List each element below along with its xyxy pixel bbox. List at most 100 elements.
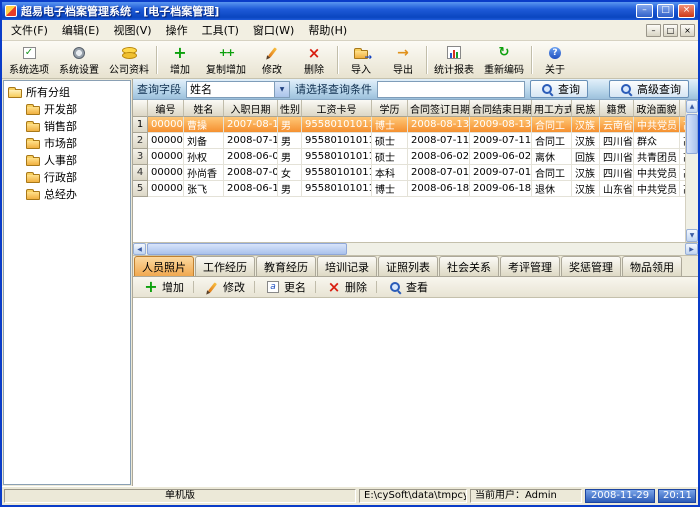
tree-root[interactable]: 所有分组	[4, 83, 130, 100]
mdi-minimize-button[interactable]: –	[646, 24, 661, 37]
vertical-scrollbar[interactable]: ▲ ▼	[685, 100, 698, 242]
row-number-cell: 5	[133, 181, 148, 197]
grid-row[interactable]: 3000003孙权2008-06-02男955801010111硕士2008-0…	[133, 149, 698, 165]
toolbar-button-add[interactable]: +增加	[159, 43, 201, 77]
detail-button-3[interactable]: ×删除	[319, 277, 373, 297]
menu-item[interactable]: 视图(V)	[106, 20, 158, 40]
tab-1[interactable]: 工作经历	[195, 256, 255, 276]
menu-item[interactable]: 文件(F)	[4, 20, 55, 40]
tab-3[interactable]: 培训记录	[317, 256, 377, 276]
grid-cell: 硕士	[372, 149, 408, 165]
tab-5[interactable]: 社会关系	[439, 256, 499, 276]
toolbar-button-company[interactable]: 公司资料	[104, 43, 154, 77]
menu-item[interactable]: 编辑(E)	[55, 20, 107, 40]
scroll-down-icon[interactable]: ▼	[686, 229, 698, 242]
grid-column-header[interactable]: 政治面貌	[634, 100, 680, 117]
menu-item[interactable]: 工具(T)	[195, 20, 246, 40]
maximize-button[interactable]: □	[657, 4, 674, 18]
toolbar-button-recode[interactable]: ↻重新编码	[479, 43, 529, 77]
scroll-up-icon[interactable]: ▲	[686, 100, 698, 113]
tab-7[interactable]: 奖惩管理	[561, 256, 621, 276]
toolbar-button-options[interactable]: ✓系统选项	[4, 43, 54, 77]
tree-item[interactable]: 总经办	[4, 185, 130, 202]
grid-column-header[interactable]: 性别	[278, 100, 302, 117]
grid-cell: 000005	[148, 181, 184, 197]
grid-cell: 955801010111	[302, 149, 372, 165]
mdi-close-button[interactable]: ×	[680, 24, 695, 37]
grid-column-header[interactable]: 合同签订日期	[408, 100, 470, 117]
detail-button-0[interactable]: +增加	[136, 277, 190, 297]
toolbar-button-settings[interactable]: 系统设置	[54, 43, 104, 77]
grid-row[interactable]: 5000005张飞2008-06-18男955801010116博士2008-0…	[133, 181, 698, 197]
tree-item[interactable]: 行政部	[4, 168, 130, 185]
toolbar-button-copy-add[interactable]: ++复制增加	[201, 43, 251, 77]
menu-item[interactable]: 操作	[159, 20, 195, 40]
horizontal-scrollbar-thumb[interactable]	[147, 243, 347, 255]
toolbar-button-about[interactable]: ?关于	[534, 43, 576, 77]
grid-cell: 曹操	[184, 117, 224, 133]
tab-2[interactable]: 教育经历	[256, 256, 316, 276]
query-condition-input[interactable]	[377, 81, 525, 98]
grid-column-header[interactable]: 民族	[572, 100, 600, 117]
tree-item[interactable]: 人事部	[4, 151, 130, 168]
toolbar-button-import[interactable]: →导入	[340, 43, 382, 77]
vertical-scrollbar-track[interactable]	[686, 155, 698, 229]
tab-0[interactable]: 人员照片	[134, 256, 194, 276]
toolbar-button-edit[interactable]: 修改	[251, 43, 293, 77]
grid-cell: 000003	[148, 149, 184, 165]
employee-table: 编号姓名入职日期性别工资卡号学历合同签订日期合同结束日期用工方式民族籍贯政治面貌…	[133, 100, 698, 197]
detail-button-1[interactable]: 修改	[197, 277, 251, 297]
settings-icon	[70, 45, 88, 61]
horizontal-scrollbar-track[interactable]	[348, 243, 685, 255]
menu-item[interactable]: 窗口(W)	[246, 20, 301, 40]
grid-cell: 2008-07-01	[408, 165, 470, 181]
detail-button-2[interactable]: a更名	[258, 277, 312, 297]
detail-content-area	[133, 298, 698, 486]
grid-cell: 2008-06-18	[224, 181, 278, 197]
mdi-restore-button[interactable]: □	[663, 24, 678, 37]
toolbar-button-label: 系统设置	[59, 61, 99, 76]
menu-item[interactable]: 帮助(H)	[301, 20, 354, 40]
search-button[interactable]: 查询	[530, 80, 588, 98]
grid-column-header[interactable]: 合同结束日期	[470, 100, 532, 117]
grid-cell: 孙权	[184, 149, 224, 165]
grid-column-header[interactable]: 用工方式	[532, 100, 572, 117]
grid-cell: 汉族	[572, 165, 600, 181]
toolbar-button-report[interactable]: 统计报表	[429, 43, 479, 77]
grid-column-header[interactable]: 学历	[372, 100, 408, 117]
chevron-down-icon[interactable]: ▼	[274, 82, 289, 97]
tab-6[interactable]: 考评管理	[500, 256, 560, 276]
toolbar-button-label: 导出	[393, 61, 413, 76]
about-icon: ?	[546, 45, 564, 61]
detail-button-4[interactable]: 查看	[380, 277, 434, 297]
close-button[interactable]: ×	[678, 4, 695, 18]
grid-column-header[interactable]: 工资卡号	[302, 100, 372, 117]
grid-row[interactable]: 1000001曹操2007-08-13男955801010111博士2008-0…	[133, 117, 698, 133]
advanced-search-button[interactable]: 高级查询	[609, 80, 689, 98]
minimize-button[interactable]: –	[636, 4, 653, 18]
grid-cell: 汉族	[572, 181, 600, 197]
grid-column-header[interactable]: 入职日期	[224, 100, 278, 117]
horizontal-scrollbar[interactable]: ◀ ▶	[133, 243, 698, 256]
detail-toolbar-separator	[315, 281, 316, 293]
vertical-scrollbar-thumb[interactable]	[686, 114, 698, 154]
detail-button-label: 更名	[284, 279, 306, 295]
grid-row[interactable]: 2000002刘备2008-07-11男955801010111硕士2008-0…	[133, 133, 698, 149]
tab-4[interactable]: 证照列表	[378, 256, 438, 276]
toolbar-button-export[interactable]: →导出	[382, 43, 424, 77]
scroll-left-icon[interactable]: ◀	[133, 243, 146, 255]
toolbar-button-delete[interactable]: ×删除	[293, 43, 335, 77]
detail-button-label: 增加	[162, 279, 184, 295]
tree-item[interactable]: 市场部	[4, 134, 130, 151]
grid-column-header[interactable]: 姓名	[184, 100, 224, 117]
report-icon	[445, 45, 463, 61]
query-field-select[interactable]: 姓名 ▼	[186, 81, 290, 98]
tree-item[interactable]: 开发部	[4, 100, 130, 117]
open-folder-icon	[8, 89, 22, 98]
tab-8[interactable]: 物品领用	[622, 256, 682, 276]
grid-column-header[interactable]: 编号	[148, 100, 184, 117]
tree-item[interactable]: 销售部	[4, 117, 130, 134]
scroll-right-icon[interactable]: ▶	[685, 243, 698, 255]
grid-column-header[interactable]: 籍贯	[600, 100, 634, 117]
grid-row[interactable]: 4000004孙尚香2008-07-01女955801010116本科2008-…	[133, 165, 698, 181]
